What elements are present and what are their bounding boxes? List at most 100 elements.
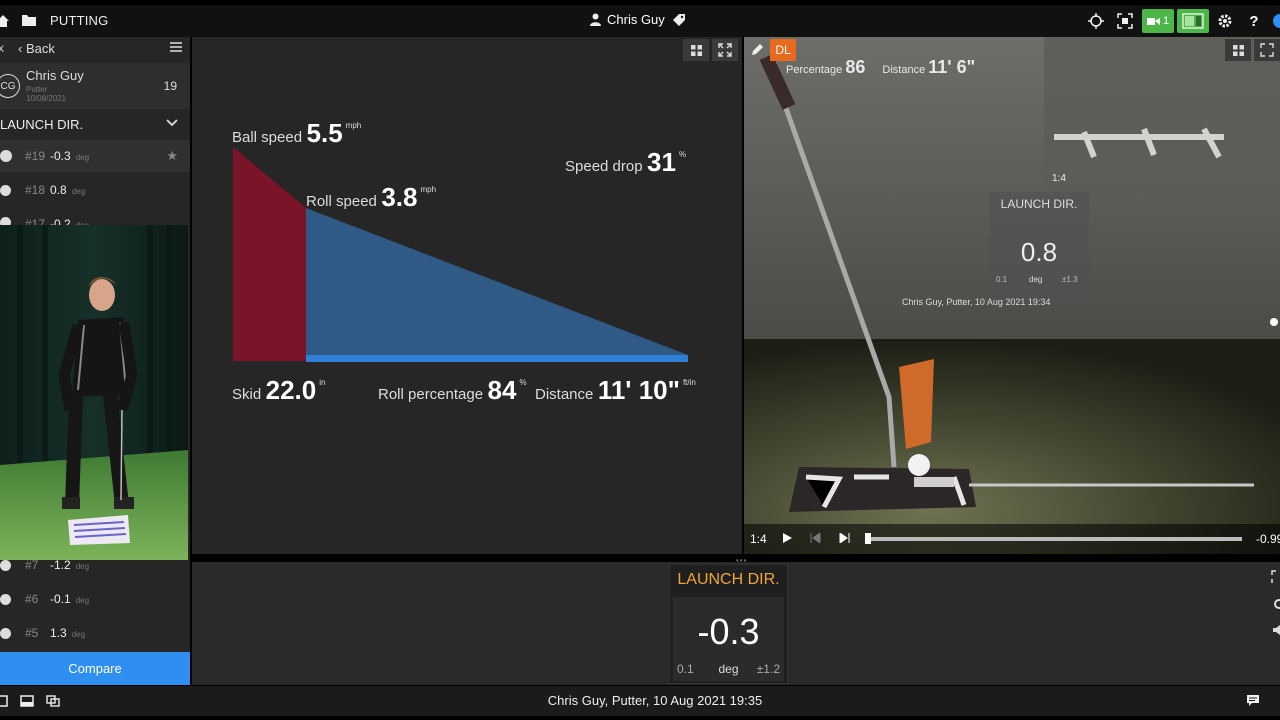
skid-metric: Skid 22.0 in <box>232 375 326 405</box>
playback-speed[interactable]: 1:4 <box>750 532 767 546</box>
close-panel-button[interactable]: x <box>0 41 4 55</box>
putt-speed-chart-panel: Ball speed 5.5 mph Roll speed 3.8 mph Spee… <box>192 37 742 554</box>
play-icon[interactable] <box>782 532 793 544</box>
roll-baseline <box>306 355 688 362</box>
roll-area <box>306 208 688 355</box>
shot-value: 0.8 deg <box>50 183 86 197</box>
tile-side-icons <box>1270 570 1280 636</box>
metric-label: LAUNCH DIR. <box>0 117 84 132</box>
ball-icon <box>0 184 11 196</box>
shot-value: -1.2 deg <box>50 558 90 572</box>
video-overlay-metric-min: 0.1 <box>996 275 1008 284</box>
shot-number: #17 <box>25 217 46 225</box>
player-card[interactable]: CG Chris Guy Putter 10/08/2021 19 <box>0 63 190 109</box>
roll-speed-metric: Roll speed 3.8 mph <box>306 182 437 212</box>
shot-number: #5 <box>25 626 39 640</box>
skid-area <box>233 147 306 355</box>
speed-drop-metric: Speed drop 31% <box>565 147 687 177</box>
ball-icon <box>0 627 11 639</box>
shot-value: -0.2deg <box>50 217 89 225</box>
tile-title: LAUNCH DIR. <box>677 571 780 588</box>
shot-number: #19 <box>25 149 46 163</box>
back-button[interactable]: ‹ Back <box>18 41 55 56</box>
dl-badge[interactable]: DL <box>770 39 796 61</box>
video-overlay-caption: Chris Guy, Putter, 10 Aug 2021 19:34 <box>902 297 1051 307</box>
pencil-icon[interactable] <box>750 43 764 57</box>
speed-profile-graphic <box>233 147 688 362</box>
back-row: x ‹ Back <box>0 37 190 61</box>
tile-body: -0.3 0.1 deg ±1.2 <box>673 597 784 681</box>
camera-toggle[interactable]: 1 <box>1142 9 1174 33</box>
user-icon <box>590 13 601 26</box>
home-icon[interactable] <box>0 14 10 28</box>
ball-icon <box>0 217 11 225</box>
shot-number: #18 <box>25 183 46 197</box>
player-name: Chris Guy <box>26 68 84 83</box>
video-timeline[interactable] <box>866 537 1242 541</box>
info-icon[interactable] <box>1270 8 1280 34</box>
list-item[interactable]: #6 -0.1 deg <box>0 583 190 615</box>
top-bar: PUTTING Chris Guy 1 ? <box>0 0 1280 37</box>
shot-value: -0.1 deg <box>50 592 90 606</box>
layout-icon <box>1182 13 1204 29</box>
chevron-down-icon <box>166 119 178 127</box>
player-date: 10/08/2021 <box>26 94 67 103</box>
step-forward-icon[interactable] <box>839 533 850 543</box>
step-back-icon[interactable] <box>810 533 821 543</box>
ball-speed-metric: Ball speed 5.5 mph <box>232 118 362 148</box>
folder-icon[interactable] <box>22 14 36 26</box>
shot-list-panel: x ‹ Back CG Chris Guy Putter 10/08/2021 … <box>0 37 190 685</box>
list-item[interactable]: #19 -0.3 deg ★ <box>0 140 190 172</box>
video-overlay-metric-unit: deg <box>1029 275 1043 284</box>
skid-baseline <box>233 355 306 361</box>
ball-icon <box>0 559 11 571</box>
metric-tiles: LAUNCH DIR. -0.3 0.1 deg ±1.2 <box>192 562 1280 685</box>
golfer-video-thumbnail[interactable] <box>0 225 188 560</box>
tag-icon[interactable] <box>672 13 686 27</box>
list-item[interactable]: #18 0.8 deg <box>0 174 190 206</box>
camera-count: 1 <box>1162 15 1170 27</box>
expand-icon[interactable] <box>1254 39 1280 61</box>
shot-value: -0.3 deg <box>50 149 90 163</box>
video-overlay-speed: 1:4 <box>1052 173 1066 184</box>
video-overlay-metric-value: 0.8 <box>1020 237 1058 267</box>
mode-title: PUTTING <box>50 13 109 28</box>
distance-metric: Distance 11' 10" ft/in <box>535 375 696 405</box>
speaker-icon[interactable] <box>1270 624 1280 636</box>
video-overlay-stats: Percentage 86 Distance 11' 6" <box>786 57 976 77</box>
user-menu[interactable]: Chris Guy <box>590 12 665 27</box>
crosshair-icon[interactable] <box>1083 8 1109 34</box>
list-item[interactable]: #7 -1.2 deg <box>0 549 190 581</box>
metric-selector[interactable]: LAUNCH DIR. <box>0 113 190 137</box>
session-caption: Chris Guy, Putter, 10 Aug 2021 19:35 <box>547 693 763 708</box>
compare-button[interactable]: Compare <box>0 652 190 685</box>
video-camera-icon <box>1146 17 1160 25</box>
help-icon[interactable]: ? <box>1241 8 1267 34</box>
menu-icon[interactable] <box>170 42 182 52</box>
screen-capture-icon[interactable] <box>1112 8 1138 34</box>
tile-tolerance: ±1.2 <box>756 662 780 676</box>
chat-icon[interactable] <box>1246 694 1260 707</box>
video-panel-buttons <box>1225 39 1280 61</box>
toolbar-right: 1 ? <box>1080 8 1280 34</box>
star-icon[interactable]: ★ <box>166 148 178 164</box>
player-club: Putter <box>26 85 48 94</box>
video-overlay-metric-title: LAUNCH DIR. <box>1000 197 1078 211</box>
shot-number: #6 <box>25 592 39 606</box>
video-overlay-metric-tol: ±1.3 <box>1062 275 1078 284</box>
grid-icon[interactable] <box>1225 39 1251 61</box>
avatar: CG <box>0 74 20 98</box>
impact-video-panel[interactable]: DL Percentage 86 Distance 11' 6" 1:4 LAU… <box>744 37 1280 554</box>
expand-icon[interactable] <box>1270 570 1280 584</box>
shot-value: 1.3 deg <box>50 626 86 640</box>
list-item[interactable]: #5 1.3 deg <box>0 617 190 649</box>
timeline-handle[interactable] <box>865 533 871 544</box>
launch-direction-tile[interactable]: LAUNCH DIR. -0.3 0.1 deg ±1.2 <box>669 564 788 684</box>
gear-icon[interactable] <box>1212 8 1238 34</box>
roll-percentage-metric: Roll percentage 84% <box>378 375 527 405</box>
video-tools: DL <box>750 39 796 61</box>
gear-icon[interactable] <box>1270 598 1280 610</box>
list-item[interactable]: #17 -0.2deg <box>0 208 190 225</box>
shot-count: 19 <box>163 79 177 93</box>
layout-toggle[interactable] <box>1177 9 1209 33</box>
